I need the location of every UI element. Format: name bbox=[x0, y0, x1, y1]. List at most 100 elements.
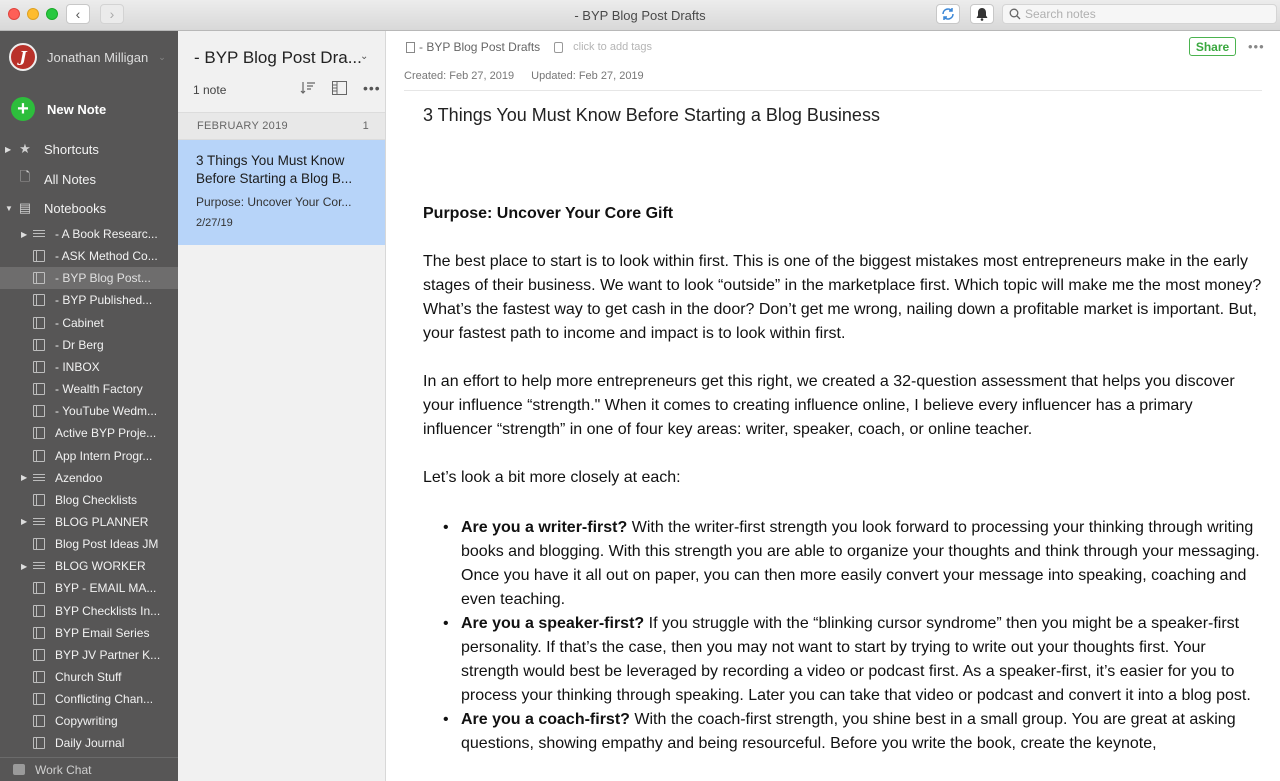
sidebar-notebook-item[interactable]: - Cabinet bbox=[0, 312, 178, 334]
created-date: Created: Feb 27, 2019 bbox=[404, 70, 515, 82]
search-input[interactable] bbox=[1025, 7, 1265, 21]
disclosure-triangle-icon[interactable]: ▶ bbox=[21, 562, 29, 571]
disclosure-triangle-icon[interactable]: ▼ bbox=[5, 204, 13, 213]
sidebar-notebook-item[interactable]: BYP Email Series bbox=[0, 622, 178, 644]
sidebar-notebook-label: Daily Journal bbox=[55, 736, 125, 751]
bullet-item: Are you a coach-first? With the coach-fi… bbox=[441, 708, 1263, 756]
more-options-icon[interactable]: ••• bbox=[1248, 39, 1265, 54]
work-chat-button[interactable]: Work Chat bbox=[0, 757, 178, 781]
note-notebook-link[interactable]: - BYP Blog Post Drafts bbox=[419, 40, 540, 54]
bullet-bold: Are you a coach-first? bbox=[461, 711, 630, 728]
notebook-icon bbox=[33, 338, 45, 351]
sidebar-notebook-label: BYP - EMAIL MA... bbox=[55, 581, 157, 596]
sidebar-notebook-label: - Dr Berg bbox=[55, 337, 104, 352]
sidebar-notebook-item[interactable]: Copywriting bbox=[0, 710, 178, 732]
sidebar-item-label: Shortcuts bbox=[44, 141, 99, 157]
sidebar-notebook-label: Conflicting Chan... bbox=[55, 692, 154, 707]
bullet-bold: Are you a speaker-first? bbox=[461, 615, 645, 632]
sidebar-notebook-item[interactable]: ▶ BLOG PLANNER bbox=[0, 511, 178, 533]
updated-date: Updated: Feb 27, 2019 bbox=[531, 70, 644, 82]
sidebar-notebook-item[interactable]: - Dr Berg bbox=[0, 334, 178, 356]
sidebar-notebook-item[interactable]: ▶ - A Book Researc... bbox=[0, 223, 178, 245]
chat-icon bbox=[13, 764, 25, 775]
sidebar-notebook-item[interactable]: ▶ Azendoo bbox=[0, 467, 178, 489]
notebook-stack-icon bbox=[33, 472, 45, 484]
notebook-icon bbox=[33, 737, 45, 750]
sidebar-notebook-item[interactable]: - BYP Blog Post... bbox=[0, 267, 178, 290]
notebook-icon bbox=[33, 493, 45, 506]
note-card-title: 3 Things You Must Know Before Starting a… bbox=[196, 153, 353, 186]
bullet-item: Are you a speaker-first? If you struggle… bbox=[441, 612, 1263, 708]
sidebar-notebook-item[interactable]: - ASK Method Co... bbox=[0, 245, 178, 267]
sidebar-notebook-item[interactable]: - Wealth Factory bbox=[0, 378, 178, 400]
bell-icon bbox=[976, 8, 988, 21]
sidebar-notebook-item[interactable]: Daily Journal bbox=[0, 732, 178, 754]
sidebar-notebook-item[interactable]: Church Stuff bbox=[0, 666, 178, 688]
note-count: 1 note bbox=[193, 83, 227, 97]
group-label: FEBRUARY 2019 bbox=[197, 120, 288, 132]
sidebar-notebook-item[interactable]: BYP Checklists In... bbox=[0, 600, 178, 622]
sidebar-notebook-label: BYP Checklists In... bbox=[55, 603, 161, 618]
notebook-icon bbox=[33, 383, 45, 396]
group-count: 1 bbox=[362, 120, 369, 132]
notebook-icon bbox=[33, 715, 45, 728]
notebook-title[interactable]: - BYP Blog Post Dra... bbox=[194, 48, 362, 68]
disclosure-triangle-icon[interactable]: ▶ bbox=[21, 230, 29, 239]
sidebar-notebook-label: Azendoo bbox=[55, 470, 103, 485]
view-options-icon[interactable] bbox=[332, 81, 347, 95]
sidebar-notebook-label: - Wealth Factory bbox=[55, 382, 143, 397]
note-title[interactable]: 3 Things You Must Know Before Starting a… bbox=[423, 105, 880, 126]
new-note-button[interactable]: + New Note bbox=[11, 97, 106, 121]
notebook-icon bbox=[33, 360, 45, 373]
more-options-icon[interactable]: ••• bbox=[363, 80, 381, 96]
sidebar-notebook-item[interactable]: - BYP Published... bbox=[0, 289, 178, 311]
add-tags-input[interactable]: click to add tags bbox=[573, 41, 652, 53]
account-switcher[interactable]: J Jonathan Milligan ⌄ bbox=[9, 43, 166, 71]
sidebar-notebook-item[interactable]: Blog Checklists bbox=[0, 489, 178, 511]
sidebar-item-notebooks[interactable]: ▼ ▤ Notebooks bbox=[0, 197, 178, 219]
share-button[interactable]: Share bbox=[1189, 37, 1236, 56]
sidebar-notebook-item[interactable]: Conflicting Chan... bbox=[0, 688, 178, 710]
notebook-icon bbox=[33, 405, 45, 418]
sidebar: J Jonathan Milligan ⌄ + New Note ▶ ★ Sho… bbox=[0, 31, 178, 781]
sidebar-notebook-item[interactable]: ▶ BLOG WORKER bbox=[0, 555, 178, 577]
disclosure-triangle-icon[interactable]: ▶ bbox=[21, 473, 29, 482]
notebook-stack-icon bbox=[33, 560, 45, 572]
paragraph: Let’s look a bit more closely at each: bbox=[423, 469, 681, 486]
notebook-icon bbox=[33, 626, 45, 639]
note-body[interactable]: Purpose: Uncover Your Core Gift The best… bbox=[423, 202, 1263, 756]
paragraph: In an effort to help more entrepreneurs … bbox=[423, 373, 1235, 438]
sidebar-notebook-label: Copywriting bbox=[55, 714, 118, 729]
sidebar-notebook-item[interactable]: Blog Post Ideas JM bbox=[0, 533, 178, 555]
search-box[interactable] bbox=[1002, 4, 1277, 24]
sidebar-notebook-item[interactable]: - INBOX bbox=[0, 356, 178, 378]
disclosure-triangle-icon[interactable]: ▶ bbox=[21, 517, 29, 526]
sort-icon[interactable] bbox=[300, 81, 316, 95]
notebook-icon bbox=[33, 582, 45, 595]
sidebar-notebook-label: BYP JV Partner K... bbox=[55, 647, 161, 662]
sidebar-item-shortcuts[interactable]: ▶ ★ Shortcuts bbox=[0, 138, 178, 160]
notebook-icon bbox=[33, 294, 45, 307]
notebook-icon: ▤ bbox=[18, 200, 32, 215]
sidebar-notebook-item[interactable]: BYP JV Partner K... bbox=[0, 644, 178, 666]
note-card[interactable]: 3 Things You Must Know Before Starting a… bbox=[178, 140, 385, 245]
sidebar-notebook-label: Blog Checklists bbox=[55, 492, 138, 507]
sidebar-notebook-item[interactable]: App Intern Progr... bbox=[0, 445, 178, 467]
sync-button[interactable] bbox=[936, 4, 960, 24]
notes-icon: 🗋 bbox=[19, 169, 31, 184]
notebook-icon bbox=[33, 538, 45, 551]
chevron-down-icon: ⌄ bbox=[158, 51, 166, 62]
sidebar-item-label: All Notes bbox=[44, 171, 97, 187]
note-heading: Purpose: Uncover Your Core Gift bbox=[423, 205, 674, 222]
sidebar-notebook-item[interactable]: BYP - EMAIL MA... bbox=[0, 577, 178, 599]
disclosure-triangle-icon[interactable]: ▶ bbox=[5, 145, 13, 154]
sidebar-notebook-item[interactable]: - YouTube Wedm... bbox=[0, 400, 178, 422]
sidebar-notebook-label: BYP Email Series bbox=[55, 625, 150, 640]
sidebar-notebook-label: - ASK Method Co... bbox=[55, 249, 158, 264]
chevron-down-icon[interactable]: ⌄ bbox=[360, 51, 368, 62]
sidebar-notebook-item[interactable]: Active BYP Proje... bbox=[0, 422, 178, 444]
notifications-button[interactable] bbox=[970, 4, 994, 24]
note-list-panel: - BYP Blog Post Dra... ⌄ 1 note ••• FEBR… bbox=[178, 31, 386, 781]
sidebar-notebook-label: BLOG WORKER bbox=[55, 559, 146, 574]
sidebar-item-all-notes[interactable]: 🗋 All Notes bbox=[0, 168, 178, 190]
